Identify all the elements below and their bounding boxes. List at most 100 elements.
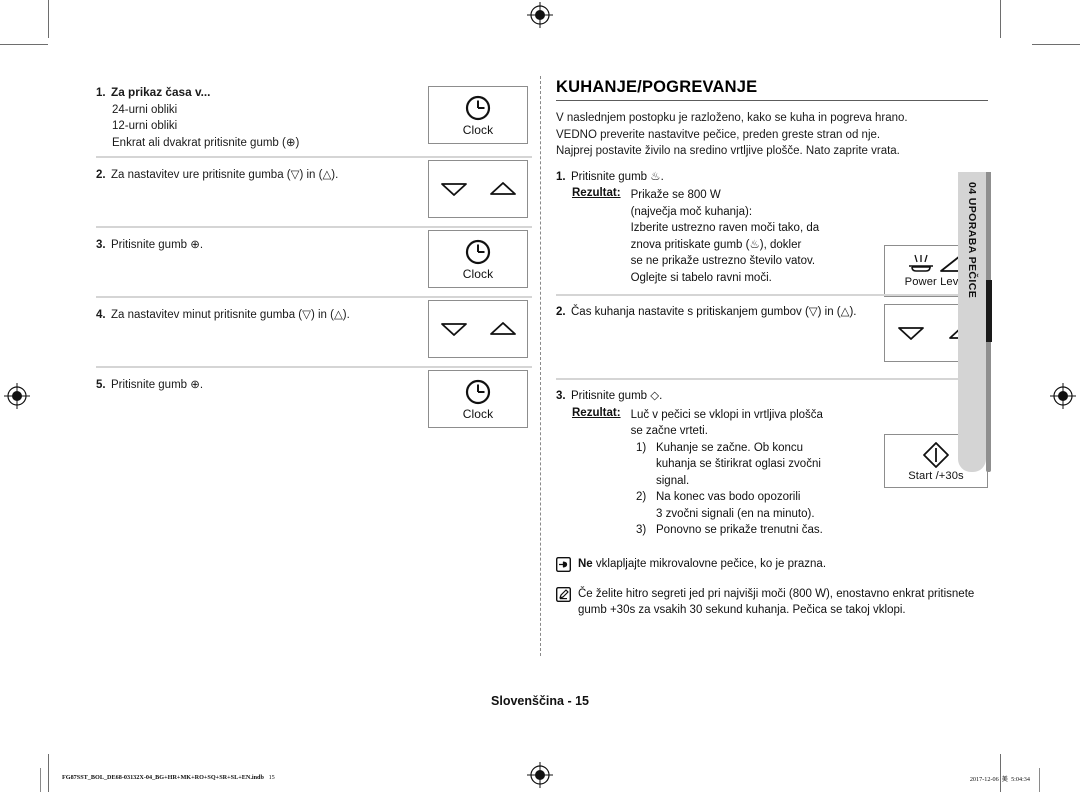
step-body: Pritisnite gumb ♨. — [571, 170, 664, 183]
registration-target-right — [1050, 383, 1076, 409]
result-label: Rezultat: — [572, 187, 621, 199]
cook-step-2-text: 2. Čas kuhanja nastavite s pritiskanjem g… — [556, 304, 874, 321]
list-line: Na konec vas bodo opozorili — [656, 491, 801, 503]
print-footer-timestamp: 2017-12-06 美 5:04:34 — [970, 774, 1030, 783]
crop-mark-top-right-horizontal — [1032, 44, 1080, 45]
clock-step-4-text: 4. Za nastavitev minut pritisnite gumba (… — [96, 307, 426, 324]
intro-line: Najprej postavite živilo na sredino vrtl… — [556, 145, 900, 157]
cook-step-2: 2. Čas kuhanja nastavite s pritiskanjem g… — [556, 294, 988, 370]
note-text: Če želite hitro segreti jed pri najvišji… — [578, 587, 975, 617]
crop-mark-top-left-horizontal — [0, 44, 48, 45]
arrow-up-icon — [489, 322, 516, 335]
step-number: 4. — [96, 309, 106, 321]
key-up-down-buttons[interactable] — [428, 160, 528, 218]
step-body: Čas kuhanja nastavite s pritiskanjem gum… — [571, 306, 857, 318]
note-rest: vklapljajte mikrovalovne pečice, ko je p… — [592, 558, 827, 570]
cook-step-1-text: 1. Pritisnite gumb ♨. — [556, 169, 874, 186]
cook-step-3-text: 3. Pritisnite gumb ◇. — [556, 388, 874, 405]
note-pencil-icon — [555, 586, 572, 602]
start-icon — [923, 441, 949, 468]
print-footer-filename: FG87SST_BOL_DE68-03132X-04_BG+HR+MK+RO+S… — [62, 774, 275, 781]
right-column: KUHANJE/POGREVANJE V naslednjem postopku… — [555, 78, 988, 619]
page-footer: Slovenščina - 15 — [491, 694, 589, 708]
section-title: KUHANJE/POGREVANJE — [556, 78, 758, 96]
step-body: Za nastavitev ure pritisnite gumba (▽) i… — [111, 169, 339, 181]
key-clock-button[interactable]: Clock — [428, 86, 528, 144]
result-line: se ne prikaže ustrezno število vatov. — [630, 255, 816, 267]
result-line: znova pritiskate gumb (♨), dokler — [630, 238, 802, 251]
intro-paragraph: V naslednjem postopku je razloženo, kako… — [556, 110, 988, 160]
crop-mark-top-left-vertical — [48, 0, 49, 38]
print-footer-rule-right — [1039, 768, 1040, 792]
print-file: FG87SST_BOL_DE68-03132X-04_BG+HR+MK+RO+S… — [62, 774, 264, 781]
step-title: Za prikaz časa v... — [111, 85, 211, 99]
step-body: Pritisnite gumb ⊕. — [111, 379, 204, 391]
clock-step-3: 3. Pritisnite gumb ⊕. Clock — [96, 226, 532, 296]
registration-target-bottom — [527, 762, 553, 788]
intro-line: V naslednjem postopku je razloženo, kako… — [556, 112, 908, 124]
step-number: 3. — [556, 390, 566, 402]
print-page-number: 15 — [268, 774, 275, 781]
list-line: Ponovno se prikaže trenutni čas. — [656, 524, 823, 536]
key-label: Clock — [462, 266, 494, 281]
list-line: kuhanja se štirikrat oglasi zvočni — [656, 458, 821, 470]
chapter-tab-inner: 04 UPORABA PEČICE — [958, 172, 986, 472]
step-number: 2. — [556, 306, 566, 318]
clock-step-2: 2. Za nastavitev ure pritisnite gumba (▽)… — [96, 156, 532, 226]
arrow-down-icon — [897, 327, 924, 340]
print-footer-rule-left — [40, 768, 41, 792]
arrow-down-icon — [440, 323, 467, 336]
clock-step-5: 5. Pritisnite gumb ⊕. Clock — [96, 366, 532, 438]
print-glyph: 美 — [1001, 776, 1008, 783]
crop-mark-top-right-vertical — [1000, 0, 1001, 38]
key-clock-button[interactable]: Clock — [428, 370, 528, 428]
chapter-tab-marker — [986, 280, 992, 342]
step-number: 2. — [96, 169, 106, 181]
result-line: se začne vrteti. — [630, 425, 708, 437]
clock-step-5-text: 5. Pritisnite gumb ⊕. — [96, 377, 426, 394]
note-bold-lead: Ne — [578, 558, 593, 570]
step-number: 5. — [96, 379, 106, 391]
list-marker: 3) — [636, 524, 647, 536]
key-clock-button[interactable]: Clock — [428, 230, 528, 288]
list-line: Kuhanje se začne. Ob koncu — [656, 441, 804, 454]
step-subline: 24-urni obliki — [112, 103, 178, 116]
note-tip: Če želite hitro segreti jed pri najvišji… — [555, 586, 988, 619]
clock-step-4: 4. Za nastavitev minut pritisnite gumba (… — [96, 296, 532, 366]
clock-icon — [465, 95, 491, 120]
note-text: Ne vklapljajte mikrovalovne pečice, ko j… — [578, 556, 988, 573]
left-column: 1. Za prikaz časa v... 24-urni obliki 12-… — [96, 84, 532, 438]
cook-step-3: 3. Pritisnite gumb ◇. Rezultat: Luč v peč… — [556, 378, 988, 548]
step-body: Za nastavitev minut pritisnite gumba (▽)… — [111, 309, 350, 321]
clock-icon — [465, 379, 491, 404]
result-line: (največja moč kuhanja): — [630, 205, 753, 218]
key-label: Start /+30s — [908, 469, 964, 482]
result-line: Oglejte si tabelo ravni moči. — [630, 271, 772, 284]
key-label: Clock — [462, 406, 494, 421]
list-line: signal. — [656, 474, 690, 487]
print-time: 5:04:34 — [1011, 776, 1030, 783]
intro-line: VEDNO preverite nastavitve pečice, prede… — [556, 128, 881, 141]
note-warning: Ne vklapljajte mikrovalovne pečice, ko j… — [555, 556, 988, 573]
step-number: 3. — [96, 239, 106, 251]
list-line: 3 zvočni signali (en na minuto). — [656, 507, 815, 520]
registration-target-left — [4, 383, 30, 409]
clock-icon — [465, 239, 491, 264]
step-body: Pritisnite gumb ⊕. — [111, 239, 204, 251]
pointing-hand-icon — [555, 556, 572, 573]
step-subline: Enkrat ali dvakrat pritisnite gumb (⊕) — [112, 136, 300, 149]
list-item: 3) Ponovno se prikaže trenutni čas. — [636, 522, 988, 539]
arrow-up-icon — [489, 182, 516, 195]
result-line: Prikaže se 800 W — [630, 189, 721, 201]
clock-step-3-text: 3. Pritisnite gumb ⊕. — [96, 237, 426, 254]
key-up-down-buttons[interactable] — [428, 300, 528, 358]
registration-target-top — [527, 2, 553, 28]
arrow-down-icon — [440, 183, 467, 196]
result-line: Izberite ustrezno raven moči tako, da — [630, 222, 820, 234]
clock-step-1-text: 1. Za prikaz časa v... 24-urni obliki 12-… — [96, 84, 426, 151]
print-date: 2017-12-06 — [969, 776, 999, 783]
result-line: Luč v pečici se vklopi in vrtljiva plošč… — [630, 408, 823, 421]
power-level-icon — [909, 254, 961, 272]
cook-step-1: 1. Pritisnite gumb ♨. Rezultat: Prikaže s… — [556, 169, 988, 297]
list-marker: 2) — [636, 491, 647, 503]
